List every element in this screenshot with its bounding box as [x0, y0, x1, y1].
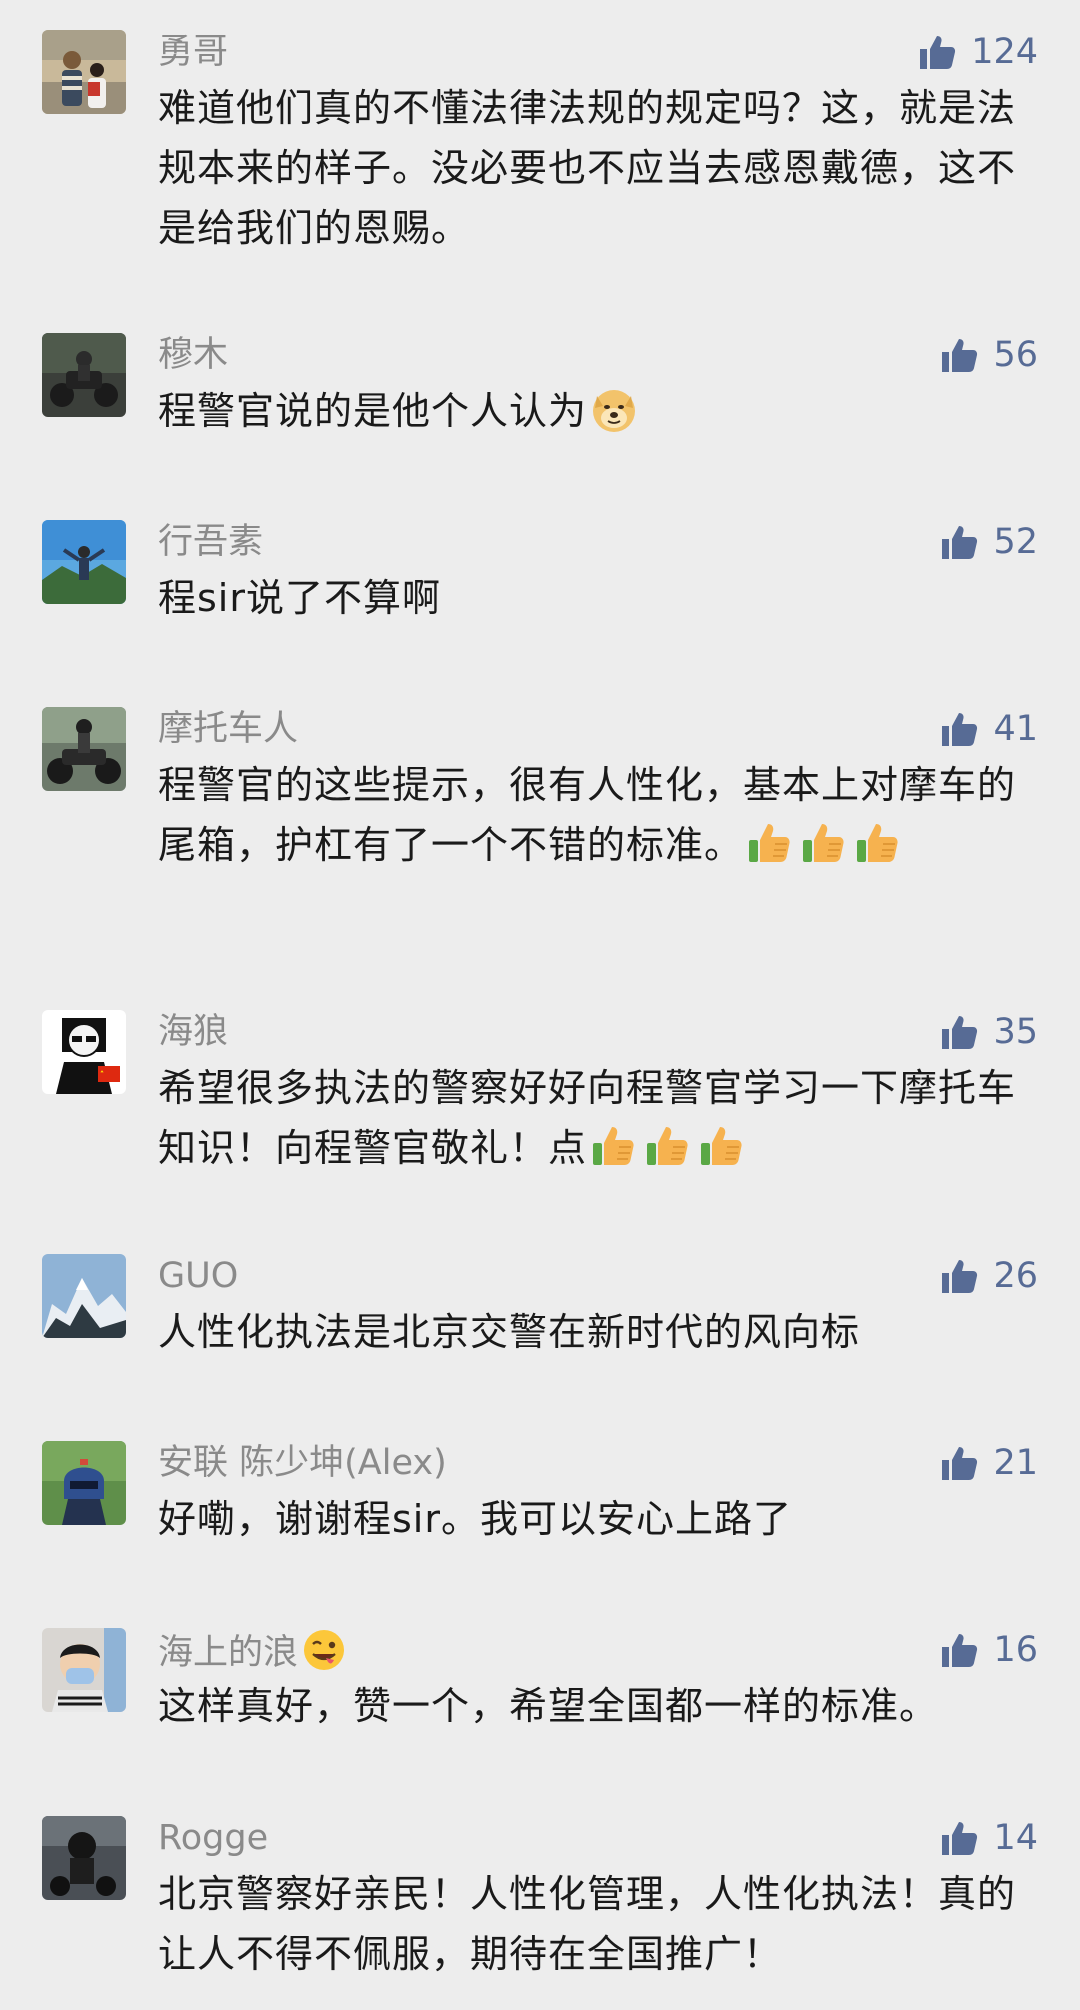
thumbs-up-icon	[853, 818, 903, 868]
like-button[interactable]: 41	[939, 707, 1038, 751]
comment-nickname[interactable]: 摩托车人	[158, 707, 298, 751]
like-count: 14	[993, 1818, 1038, 1858]
thumbs-up-icon	[939, 1256, 979, 1296]
thumbs-up-icon	[799, 818, 849, 868]
thumbs-up-icon	[939, 709, 979, 749]
avatar[interactable]	[42, 520, 126, 604]
tongue-wink-icon	[302, 1628, 346, 1672]
comment-text: 好嘞，谢谢程sir。我可以安心上路了	[158, 1497, 792, 1541]
comment-text: 程警官的这些提示，很有人性化，基本上对摩车的尾箱，护杠有了一个不错的标准。	[158, 763, 1017, 868]
thumbs-up-icon	[939, 1012, 979, 1052]
avatar[interactable]	[42, 1816, 126, 1900]
thumbs-up-icon	[917, 32, 957, 72]
person-on-mountain-avatar	[42, 520, 126, 604]
comment-nickname[interactable]: 海上的浪	[158, 1628, 346, 1675]
avatar[interactable]	[42, 1254, 126, 1338]
like-count: 35	[993, 1012, 1038, 1052]
snowy-mountain-avatar	[42, 1254, 126, 1338]
like-button[interactable]: 52	[939, 520, 1038, 564]
like-button[interactable]: 56	[939, 333, 1038, 377]
thumbs-up-icon	[939, 1818, 979, 1858]
like-count: 16	[993, 1630, 1038, 1670]
rider-dark-avatar	[42, 1816, 126, 1900]
avatar[interactable]	[42, 30, 126, 114]
comment-nickname[interactable]: 海狼	[158, 1010, 228, 1054]
motorcycle-photo-avatar	[42, 333, 126, 417]
like-count: 41	[993, 709, 1038, 749]
comment-nickname[interactable]: 穆木	[158, 333, 228, 377]
thumbs-up-icon	[745, 818, 795, 868]
thumbs-up-icon	[589, 1121, 639, 1171]
like-count: 52	[993, 522, 1038, 562]
thumbs-up-icon	[939, 1630, 979, 1670]
comment-text: 程sir说了不算啊	[158, 576, 441, 620]
helmet-figure-avatar	[42, 1441, 126, 1525]
thumbs-up-icon	[939, 522, 979, 562]
comment-text: 这样真好，赞一个，希望全国都一样的标准。	[158, 1684, 939, 1728]
like-count: 124	[971, 32, 1038, 72]
masked-person-avatar	[42, 1628, 126, 1712]
like-button[interactable]: 35	[939, 1010, 1038, 1054]
comment-text: 北京警察好亲民！人性化管理，人性化执法！真的让人不得不佩服，期待在全国推广！	[158, 1872, 1017, 1976]
comment-list: 勇哥 124 难道他们真的不懂法律法规的规定吗？这，就是法规本来的样子。没必要也…	[0, 0, 1080, 2010]
like-button[interactable]: 124	[917, 30, 1038, 74]
avatar[interactable]	[42, 707, 126, 791]
comment-text: 希望很多执法的警察好好向程警官学习一下摩托车知识！向程警官敬礼！点	[158, 1066, 1017, 1171]
thumbs-up-icon	[939, 1443, 979, 1483]
like-count: 26	[993, 1256, 1038, 1296]
thumbs-up-icon	[939, 335, 979, 375]
like-button[interactable]: 14	[939, 1816, 1038, 1860]
avatar[interactable]	[42, 1628, 126, 1712]
comment-text: 人性化执法是北京交警在新时代的风向标	[158, 1310, 861, 1354]
comment-nickname[interactable]: Rogge	[158, 1816, 268, 1860]
thumbs-up-icon	[643, 1121, 693, 1171]
thumbs-up-icon	[697, 1121, 747, 1171]
comment-text: 难道他们真的不懂法律法规的规定吗？这，就是法规本来的样子。没必要也不应当去感恩戴…	[158, 86, 1017, 250]
doge-icon	[589, 384, 639, 434]
avatar[interactable]	[42, 1441, 126, 1525]
like-count: 21	[993, 1443, 1038, 1483]
avatar[interactable]	[42, 1010, 126, 1094]
avatar[interactable]	[42, 333, 126, 417]
like-count: 56	[993, 335, 1038, 375]
comment-nickname[interactable]: 行吾素	[158, 520, 263, 564]
comment-nickname[interactable]: 安联 陈少坤(Alex)	[158, 1441, 447, 1485]
comment-nickname[interactable]: GUO	[158, 1254, 238, 1298]
comment-nickname[interactable]: 勇哥	[158, 30, 228, 74]
photo-two-people-avatar	[42, 30, 126, 114]
like-button[interactable]: 21	[939, 1441, 1038, 1485]
rider-on-motorcycle-avatar	[42, 707, 126, 791]
like-button[interactable]: 16	[939, 1628, 1038, 1672]
like-button[interactable]: 26	[939, 1254, 1038, 1298]
comment-text: 程警官说的是他个人认为	[158, 381, 1038, 441]
cartoon-man-flag-avatar	[42, 1010, 126, 1094]
